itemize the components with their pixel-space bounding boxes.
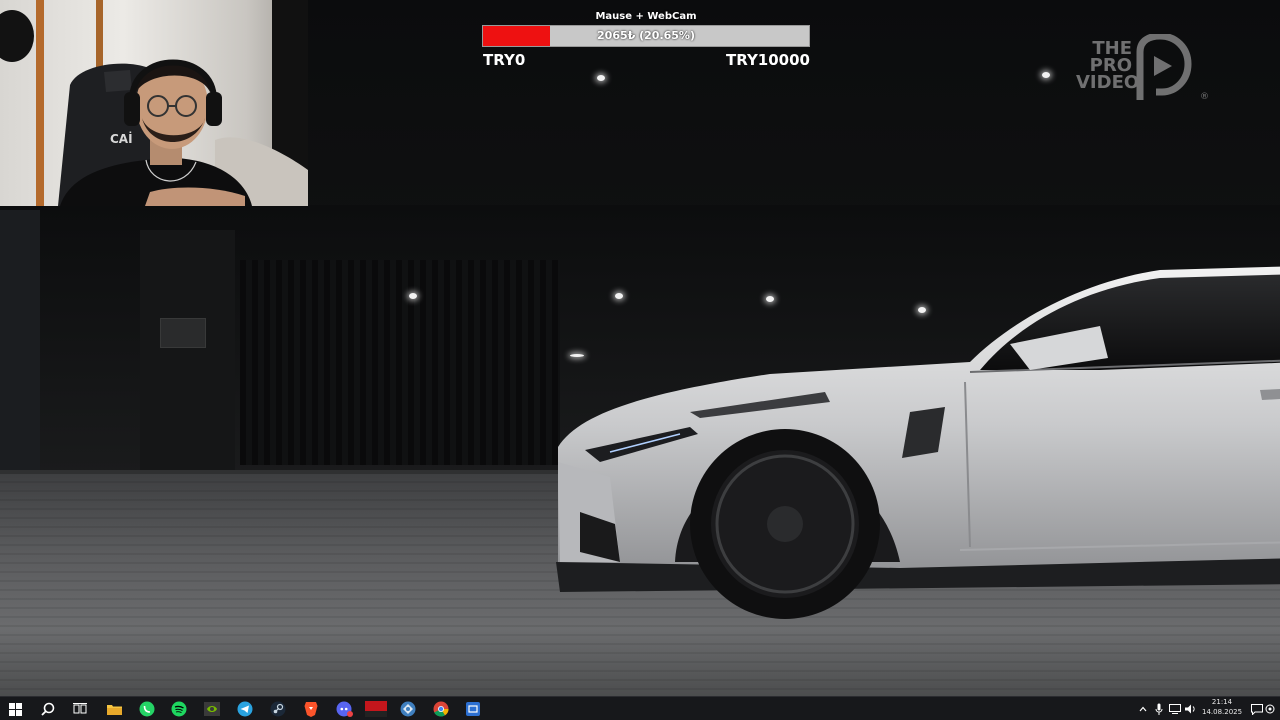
nvidia-icon[interactable]	[201, 699, 223, 719]
brave-icon[interactable]	[300, 699, 322, 719]
file-explorer-icon[interactable]	[103, 699, 125, 719]
task-view-icon[interactable]	[69, 699, 91, 719]
telegram-icon[interactable]	[234, 699, 256, 719]
volume-tray-icon[interactable]	[1184, 699, 1198, 719]
network-tray-icon[interactable]	[1168, 699, 1182, 719]
ceiling-light	[409, 293, 417, 299]
watermark-line: VIDEO	[1076, 72, 1140, 93]
goal-min-label: TRY0	[483, 51, 526, 69]
windows-taskbar: 21:14 14.08.2025	[0, 696, 1280, 720]
show-desktop-icon[interactable]	[1262, 699, 1278, 719]
goal-progress-text: 2065₺ (20.65%)	[597, 29, 695, 42]
goal-title: Mause + WebCam	[595, 11, 697, 22]
goal-max-label: TRY10000	[725, 51, 810, 69]
ceiling-light	[597, 75, 605, 81]
microphone-tray-icon[interactable]	[1152, 699, 1166, 719]
search-icon[interactable]	[37, 699, 59, 719]
the-pro-video-watermark: THE PRO VIDEO ®	[1074, 34, 1209, 106]
watermark-text: THE PRO VIDEO	[1076, 40, 1140, 93]
wall-plate	[160, 318, 206, 348]
garage-door	[240, 260, 560, 465]
show-hidden-icons-chevron-icon[interactable]	[1136, 699, 1150, 719]
discord-icon[interactable]	[333, 699, 355, 719]
windows-start-icon[interactable]	[4, 699, 26, 719]
spotify-icon[interactable]	[168, 699, 190, 719]
sports-car	[556, 266, 1280, 619]
whatsapp-icon[interactable]	[136, 699, 158, 719]
webcam-overlay: CAİ	[0, 0, 308, 206]
streamer-figure: CAİ	[58, 59, 308, 206]
clock-date[interactable]: 14.08.2025	[1202, 708, 1242, 716]
garage-left-wall	[0, 210, 40, 475]
ceiling-light	[1042, 72, 1050, 78]
steam-icon[interactable]	[267, 699, 289, 719]
garage-pillar	[140, 230, 235, 470]
chrome-icon[interactable]	[430, 699, 452, 719]
registered-mark: ®	[1200, 92, 1209, 102]
chair-logo: CAİ	[110, 131, 133, 146]
network-tool-icon[interactable]	[397, 699, 419, 719]
pro-video-logo-icon	[1136, 34, 1192, 100]
goal-progress-bar: 2065₺ (20.65%)	[482, 25, 810, 47]
voicemeeter-icon[interactable]	[364, 699, 388, 719]
clock-time[interactable]: 21:14	[1202, 698, 1242, 706]
app-icon[interactable]	[462, 699, 484, 719]
donation-goal-widget: Mause + WebCam 2065₺ (20.65%) TRY0 TRY10…	[482, 10, 810, 72]
